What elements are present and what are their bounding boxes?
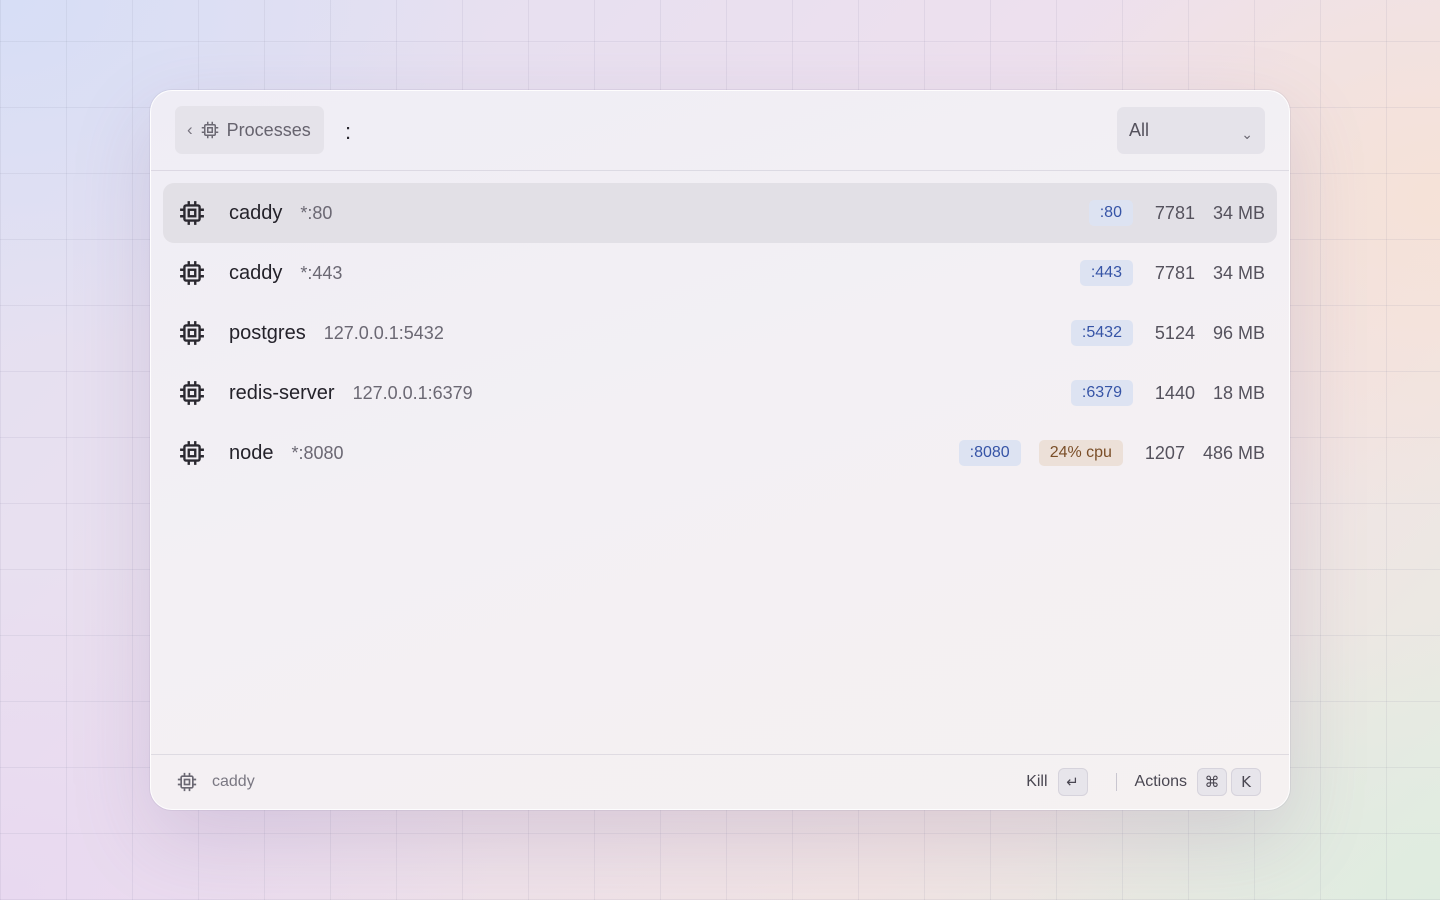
k-key-hint: K	[1231, 768, 1261, 796]
cpu-chip-icon	[179, 199, 207, 227]
process-pid: 5124	[1154, 322, 1195, 343]
process-memory: 18 MB	[1212, 382, 1265, 403]
enter-key-hint: ↵	[1057, 768, 1088, 796]
process-memory: 486 MB	[1202, 442, 1265, 463]
cpu-badge: 24% cpu	[1038, 440, 1123, 466]
chevron-left-icon[interactable]: ‹	[187, 120, 193, 140]
process-name: node	[229, 441, 274, 464]
breadcrumb-label: Processes	[226, 119, 311, 140]
command-palette-window: ‹ Processes All ⌄ caddy*:80:80778134 MBc…	[150, 90, 1290, 810]
process-pid: 1440	[1154, 382, 1195, 403]
selected-item-name: caddy	[212, 773, 255, 790]
breadcrumb-processes[interactable]: ‹ Processes	[175, 106, 324, 154]
cpu-chip-icon	[179, 319, 207, 347]
process-row[interactable]: redis-server 127.0.0.1:6379 :6379 1440 18 MB	[163, 363, 1277, 423]
process-address: *:80	[300, 202, 333, 223]
port-badge: :5432	[1070, 320, 1133, 346]
process-address: *:8080	[291, 442, 344, 463]
process-pid: 7781	[1154, 202, 1195, 223]
port-badge: :443	[1079, 260, 1133, 286]
palette-footer: caddy Kill ↵ Actions ⌘ K	[151, 754, 1289, 809]
process-memory: 34 MB	[1212, 262, 1265, 283]
cpu-chip-icon	[179, 439, 207, 467]
chevron-down-icon: ⌄	[1241, 126, 1253, 142]
footer-divider	[1115, 773, 1117, 791]
palette-header: ‹ Processes All ⌄	[151, 91, 1289, 171]
process-address: 127.0.0.1:6379	[352, 382, 473, 403]
cpu-chip-icon	[201, 121, 218, 139]
search-input[interactable]	[343, 111, 947, 153]
process-memory: 34 MB	[1212, 202, 1265, 223]
kill-action-button[interactable]: Kill	[1026, 773, 1047, 791]
process-row[interactable]: node *:8080 :8080 24% cpu 1207 486 MB	[163, 423, 1277, 483]
cpu-chip-icon	[177, 772, 197, 792]
process-row[interactable]: caddy *:80 :80 7781 34 MB	[163, 183, 1277, 243]
process-name: caddy	[229, 201, 283, 224]
process-row[interactable]: postgres 127.0.0.1:5432 :5432 5124 96 MB	[163, 303, 1277, 363]
process-memory: 96 MB	[1212, 322, 1265, 343]
port-badge: :80	[1088, 200, 1133, 226]
process-pid: 1207	[1144, 442, 1185, 463]
port-badge: :8080	[958, 440, 1021, 466]
actions-menu-button[interactable]: Actions	[1135, 773, 1187, 791]
process-name: redis-server	[229, 381, 335, 404]
process-row[interactable]: caddy *:443 :443 7781 34 MB	[163, 243, 1277, 303]
process-name: caddy	[229, 261, 283, 284]
cpu-chip-icon	[179, 259, 207, 287]
process-pid: 7781	[1154, 262, 1195, 283]
filter-dropdown[interactable]: All ⌄	[1117, 107, 1265, 154]
process-name: postgres	[229, 321, 306, 344]
command-key-hint: ⌘	[1197, 768, 1227, 796]
port-badge: :6379	[1070, 380, 1133, 406]
process-address: 127.0.0.1:5432	[323, 322, 444, 343]
cpu-chip-icon	[179, 379, 207, 407]
process-address: *:443	[300, 262, 343, 283]
filter-selected-value: All	[1129, 120, 1150, 140]
process-list: caddy *:80 :80 7781 34 MB caddy *:443 :443 7781 3…	[163, 183, 1277, 483]
